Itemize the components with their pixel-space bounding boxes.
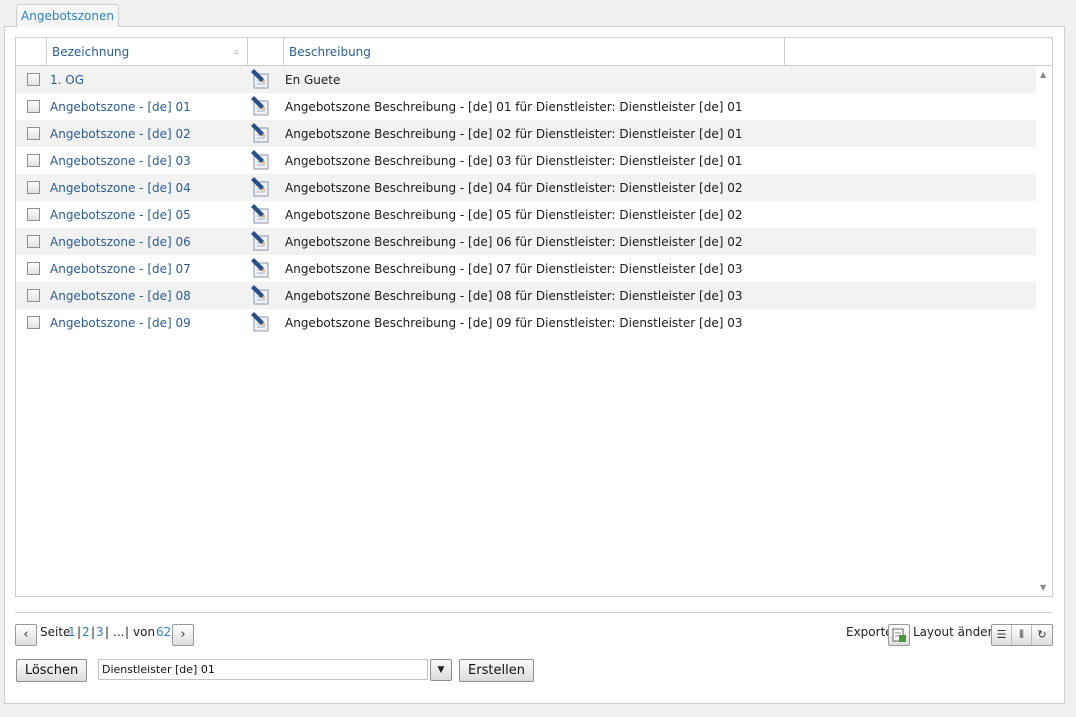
pencil-document-icon[interactable] bbox=[249, 123, 271, 143]
row-checkbox[interactable] bbox=[27, 289, 40, 302]
table-row: Angebotszone - [de] 04 Angebotszone Besc… bbox=[16, 174, 1036, 201]
row-description: Angebotszone Beschreibung - [de] 04 für … bbox=[285, 181, 743, 195]
pager-separator: | bbox=[125, 625, 130, 639]
tab-angebotszonen[interactable]: Angebotszonen bbox=[16, 4, 119, 27]
row-description: Angebotszone Beschreibung - [de] 05 für … bbox=[285, 208, 743, 222]
row-checkbox[interactable] bbox=[27, 208, 40, 221]
columns-layout-icon[interactable]: ⦀ bbox=[1012, 625, 1032, 645]
grid-header: Bezeichnung ▵ Beschreibung bbox=[16, 38, 1052, 66]
chevron-down-icon: ▼ bbox=[437, 665, 445, 675]
pager-von-label: von bbox=[133, 625, 156, 639]
exporte-label: Exporte bbox=[846, 625, 893, 639]
row-checkbox[interactable] bbox=[27, 73, 40, 86]
row-name-link[interactable]: Angebotszone - [de] 03 bbox=[50, 147, 191, 175]
row-description: Angebotszone Beschreibung - [de] 02 für … bbox=[285, 127, 743, 141]
toolbar-divider bbox=[15, 612, 1053, 613]
pager-separator: | bbox=[91, 625, 96, 639]
table-row: 1. OG En Guete bbox=[16, 66, 1036, 93]
pencil-document-icon[interactable] bbox=[249, 204, 271, 224]
pager-page-2[interactable]: 2 bbox=[82, 625, 90, 639]
row-name-link[interactable]: Angebotszone - [de] 06 bbox=[50, 228, 191, 256]
row-checkbox[interactable] bbox=[27, 154, 40, 167]
header-bezeichnung[interactable]: Bezeichnung ▵ bbox=[47, 38, 248, 65]
row-description: Angebotszone Beschreibung - [de] 01 für … bbox=[285, 100, 743, 114]
export-spreadsheet-icon bbox=[892, 628, 906, 642]
pager-seite-label: Seite bbox=[40, 625, 71, 639]
chevron-left-icon: ‹ bbox=[23, 627, 29, 642]
row-name-link[interactable]: Angebotszone - [de] 02 bbox=[50, 120, 191, 148]
grid-body: 1. OG En Guete Angebotszone - [de] 01 An… bbox=[16, 66, 1036, 596]
sort-ascending-icon: ▵ bbox=[233, 46, 239, 57]
pager-page-1[interactable]: 1 bbox=[68, 625, 76, 639]
row-description: Angebotszone Beschreibung - [de] 08 für … bbox=[285, 289, 743, 303]
row-description: Angebotszone Beschreibung - [de] 03 für … bbox=[285, 154, 743, 168]
table-row: Angebotszone - [de] 03 Angebotszone Besc… bbox=[16, 147, 1036, 174]
row-description: En Guete bbox=[285, 73, 341, 87]
row-name-link[interactable]: Angebotszone - [de] 07 bbox=[50, 255, 191, 283]
pager-ellipsis: ... bbox=[113, 625, 125, 639]
next-page-button[interactable]: › bbox=[172, 624, 194, 646]
row-description: Angebotszone Beschreibung - [de] 07 für … bbox=[285, 262, 743, 276]
pencil-document-icon[interactable] bbox=[249, 312, 271, 332]
table-row: Angebotszone - [de] 08 Angebotszone Besc… bbox=[16, 282, 1036, 309]
pager-separator: | bbox=[105, 625, 110, 639]
header-empty-column bbox=[785, 38, 1052, 65]
export-button[interactable] bbox=[888, 624, 910, 646]
row-checkbox[interactable] bbox=[27, 235, 40, 248]
create-button[interactable]: Erstellen bbox=[459, 659, 534, 682]
row-name-link[interactable]: Angebotszone - [de] 05 bbox=[50, 201, 191, 229]
row-description: Angebotszone Beschreibung - [de] 06 für … bbox=[285, 235, 743, 249]
layout-label: Layout ändern bbox=[913, 625, 1000, 639]
row-checkbox[interactable] bbox=[27, 127, 40, 140]
scroll-down-icon[interactable]: ▼ bbox=[1040, 583, 1046, 592]
table-row: Angebotszone - [de] 02 Angebotszone Besc… bbox=[16, 120, 1036, 147]
provider-select[interactable]: Dienstleister [de] 01 bbox=[98, 659, 428, 680]
header-edit-column bbox=[248, 38, 284, 65]
pager-page-3[interactable]: 3 bbox=[96, 625, 104, 639]
data-grid: Bezeichnung ▵ Beschreibung 1. OG En Guet… bbox=[15, 37, 1053, 597]
header-bezeichnung-label: Bezeichnung bbox=[52, 45, 130, 59]
prev-page-button[interactable]: ‹ bbox=[15, 624, 37, 646]
row-checkbox[interactable] bbox=[27, 100, 40, 113]
row-description: Angebotszone Beschreibung - [de] 09 für … bbox=[285, 316, 743, 330]
row-checkbox[interactable] bbox=[27, 181, 40, 194]
vertical-scrollbar[interactable]: ▲ ▼ bbox=[1036, 66, 1052, 596]
table-row: Angebotszone - [de] 09 Angebotszone Besc… bbox=[16, 309, 1036, 336]
header-beschreibung[interactable]: Beschreibung bbox=[284, 38, 785, 65]
row-name-link[interactable]: Angebotszone - [de] 01 bbox=[50, 93, 191, 121]
chevron-right-icon: › bbox=[180, 627, 186, 642]
pencil-document-icon[interactable] bbox=[249, 96, 271, 116]
pager-total-pages[interactable]: 62 bbox=[156, 625, 171, 639]
table-row: Angebotszone - [de] 06 Angebotszone Besc… bbox=[16, 228, 1036, 255]
table-row: Angebotszone - [de] 01 Angebotszone Besc… bbox=[16, 93, 1036, 120]
row-name-link[interactable]: Angebotszone - [de] 08 bbox=[50, 282, 191, 310]
scroll-up-icon[interactable]: ▲ bbox=[1040, 70, 1046, 79]
pencil-document-icon[interactable] bbox=[249, 231, 271, 251]
header-beschreibung-label: Beschreibung bbox=[289, 45, 371, 59]
row-checkbox[interactable] bbox=[27, 262, 40, 275]
provider-dropdown-button[interactable]: ▼ bbox=[430, 659, 452, 681]
pencil-document-icon[interactable] bbox=[249, 69, 271, 89]
pencil-document-icon[interactable] bbox=[249, 258, 271, 278]
table-row: Angebotszone - [de] 07 Angebotszone Besc… bbox=[16, 255, 1036, 282]
pencil-document-icon[interactable] bbox=[249, 285, 271, 305]
pager-separator: | bbox=[77, 625, 82, 639]
header-select-column bbox=[16, 38, 47, 65]
table-row: Angebotszone - [de] 05 Angebotszone Besc… bbox=[16, 201, 1036, 228]
row-name-link[interactable]: Angebotszone - [de] 04 bbox=[50, 174, 191, 202]
pencil-document-icon[interactable] bbox=[249, 150, 271, 170]
layout-button-group: ☰ ⦀ ↻ bbox=[991, 624, 1053, 646]
delete-button[interactable]: Löschen bbox=[16, 659, 87, 682]
list-layout-icon[interactable]: ☰ bbox=[992, 625, 1012, 645]
row-name-link[interactable]: 1. OG bbox=[50, 66, 84, 94]
refresh-icon[interactable]: ↻ bbox=[1032, 625, 1052, 645]
row-name-link[interactable]: Angebotszone - [de] 09 bbox=[50, 309, 191, 337]
row-checkbox[interactable] bbox=[27, 316, 40, 329]
pencil-document-icon[interactable] bbox=[249, 177, 271, 197]
